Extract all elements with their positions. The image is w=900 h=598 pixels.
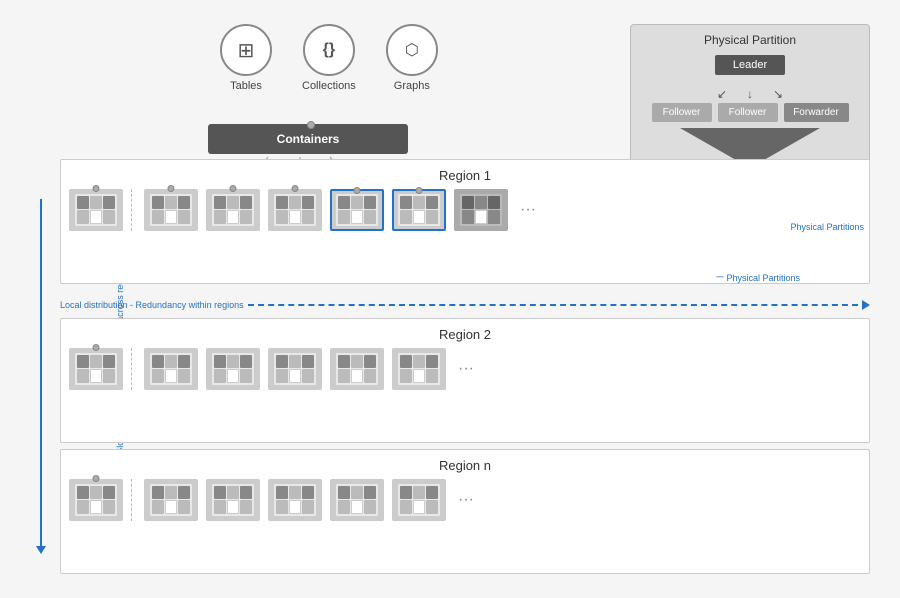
partition-set-block-r1 — [69, 189, 123, 231]
partition-set-block-r2 — [69, 348, 123, 390]
diagram-container: ⊞ Tables {} Collections ⬡ Graphs Contain… — [20, 14, 880, 584]
region-1-partitions: ··· Physical Partitions — [69, 189, 861, 231]
partition-r1-2 — [206, 189, 260, 231]
physical-partition-box: Physical Partition Leader ↙ ↓ ↘ Follower… — [630, 24, 870, 177]
containers-dot — [307, 121, 315, 129]
region-1-row: Region 1 — [60, 159, 870, 284]
partition-r2-4 — [330, 348, 384, 390]
physical-partitions-bracket-label: ─ Physical Partitions — [716, 272, 800, 283]
global-distribution-arrow — [36, 199, 46, 554]
partition-r2-5 — [392, 348, 446, 390]
partition-r2-3 — [268, 348, 322, 390]
partition-dot — [93, 185, 100, 192]
ellipsis-rn: ··· — [458, 491, 474, 509]
local-dist-arrow — [862, 300, 870, 310]
tables-icon: ⊞ — [220, 24, 272, 76]
region-2-title: Region 2 — [69, 327, 861, 342]
pp-follower-1: Follower — [652, 103, 712, 122]
tables-icon-item: ⊞ Tables — [220, 24, 272, 92]
partition-rn-3 — [268, 479, 322, 521]
graphs-icon-item: ⬡ Graphs — [386, 24, 438, 92]
partition-rn-5 — [392, 479, 446, 521]
region-n-row: Region n — [60, 449, 870, 574]
partition-r1-1 — [144, 189, 198, 231]
local-distribution-label: Local distribution - Redundancy within r… — [60, 300, 244, 310]
tables-label: Tables — [230, 80, 262, 92]
graphs-label: Graphs — [394, 80, 430, 92]
partition-rn-4 — [330, 479, 384, 521]
partition-r1-dark — [454, 189, 508, 231]
physical-partition-title: Physical Partition — [639, 33, 861, 47]
graphs-icon: ⬡ — [386, 24, 438, 76]
partition-r1-highlighted-1 — [330, 189, 384, 231]
local-dist-line — [248, 304, 858, 306]
containers-bar: Containers — [208, 124, 408, 154]
partition-r2-2 — [206, 348, 260, 390]
region-1-title: Region 1 — [69, 168, 861, 183]
local-distribution-row: Local distribution - Redundancy within r… — [60, 290, 870, 312]
collections-label: Collections — [302, 80, 356, 92]
region-2-row: Region 2 — [60, 318, 870, 443]
bracket-arrow: ─ — [716, 272, 723, 283]
pp-leader: Leader — [715, 55, 785, 75]
partition-r2-1 — [144, 348, 198, 390]
region-n-title: Region n — [69, 458, 861, 473]
ellipsis-r1: ··· — [520, 201, 536, 219]
ellipsis-r2: ··· — [458, 360, 474, 378]
region-2-partitions: ··· — [69, 348, 861, 390]
physical-partitions-label: Physical Partitions — [790, 222, 864, 232]
partition-set-block-rn — [69, 479, 123, 521]
top-icons-group: ⊞ Tables {} Collections ⬡ Graphs — [220, 24, 438, 92]
partition-rn-2 — [206, 479, 260, 521]
pp-follower-2: Follower — [718, 103, 778, 122]
pp-arrows: ↙ ↓ ↘ — [639, 87, 861, 101]
collections-icon: {} — [303, 24, 355, 76]
pp-forwarder: Forwarder — [784, 103, 849, 122]
region-n-partitions: ··· — [69, 479, 861, 521]
partition-r1-highlighted-2 — [392, 189, 446, 231]
collections-icon-item: {} Collections — [302, 24, 356, 92]
partition-r1-3 — [268, 189, 322, 231]
pp-followers-row: Follower Follower Forwarder — [639, 103, 861, 122]
regions-container: Region 1 — [60, 159, 870, 574]
pp-label-text: Physical Partitions — [726, 273, 800, 283]
partition-rn-1 — [144, 479, 198, 521]
